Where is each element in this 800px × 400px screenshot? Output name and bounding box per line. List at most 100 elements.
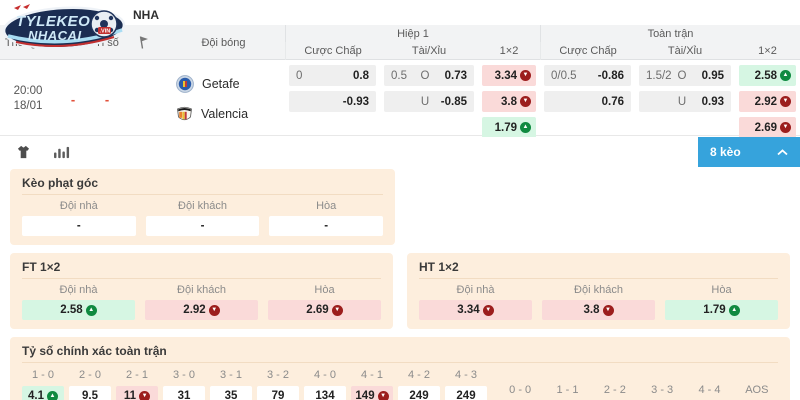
odds-cell[interactable]: 1.79▲: [482, 117, 536, 138]
h1-handicap-away-odds[interactable]: -0.93: [289, 91, 376, 112]
odds-cell[interactable]: 249: [445, 386, 487, 400]
ou-odds: 0.95: [690, 70, 724, 82]
ou-side: U: [674, 96, 690, 108]
trend-down-icon: ▼: [139, 391, 150, 400]
getafe-crest-icon: [176, 75, 194, 93]
odds-value: 1.79: [703, 304, 725, 316]
ht1x2-odds-row: 3.34▼ 3.8▼ 1.79▲: [419, 300, 778, 320]
bet-count-button[interactable]: 8 kèo: [698, 137, 800, 167]
away-team-name[interactable]: Valencia: [201, 107, 248, 121]
market-column-header: Đội nhà: [22, 200, 136, 212]
odds-cell[interactable]: 9.5: [69, 386, 111, 400]
corner-odds-row: ---: [22, 216, 383, 236]
h1-over-odds[interactable]: 0.5 O 0.73: [384, 65, 474, 86]
ft-handicap-home-odds[interactable]: 0/0.5 -0.86: [544, 65, 631, 86]
odds-cell[interactable]: 11▼: [116, 386, 158, 400]
odds-value: 35: [225, 390, 238, 400]
ou-odds: 0.93: [690, 96, 724, 108]
odds-value: -: [324, 220, 328, 232]
odds-value: 149: [355, 390, 374, 400]
odds-cell[interactable]: 134: [304, 386, 346, 400]
odds-cell[interactable]: 2.92▼: [739, 91, 796, 112]
score-column-header: 3 - 0: [163, 368, 205, 382]
odds-cell[interactable]: 31: [163, 386, 205, 400]
odds-cell[interactable]: 3.8▼: [482, 91, 536, 112]
correct-score-grid: 1 - 02 - 02 - 13 - 03 - 13 - 24 - 04 - 1…: [22, 368, 778, 400]
handicap-odds: -0.93: [343, 96, 369, 108]
odds-value: 9.5: [82, 390, 98, 400]
col-header-team: Đội bóng: [162, 25, 285, 60]
odds-value: 2.69: [755, 122, 777, 134]
section-title-ft1x2: FT 1×2: [22, 260, 381, 279]
h1-under-odds[interactable]: U -0.85: [384, 91, 474, 112]
odds-cell[interactable]: 2.58▲: [22, 300, 135, 320]
odds-value: 3.8: [584, 304, 600, 316]
match-status-dash: -: [71, 92, 75, 107]
odds-value: 3.34: [457, 304, 479, 316]
odds-cell[interactable]: 3.34▼: [482, 65, 536, 86]
odds-cell[interactable]: 2.92▼: [145, 300, 258, 320]
ou-line: 1.5/2: [646, 70, 674, 82]
site-logo: TYLEKEO NHACAI .VIN: [2, 3, 130, 56]
handicap-odds: 0.76: [602, 96, 624, 108]
odds-cell[interactable]: 2.69▼: [268, 300, 381, 320]
odds-value: 3.8: [501, 96, 517, 108]
match-score-dash: -: [105, 92, 109, 107]
home-team-row[interactable]: Getafe: [176, 75, 240, 93]
score-column-header: 3 - 3: [641, 383, 683, 397]
col-header-h1-1x2: 1×2: [478, 42, 540, 60]
valencia-crest-icon: [176, 105, 193, 123]
odds-cell[interactable]: -: [269, 216, 383, 236]
extra-markets: Kèo phạt góc Đội nhàĐội kháchHòa --- FT …: [0, 169, 800, 400]
odds-value: 79: [272, 390, 285, 400]
trend-up-icon: ▲: [780, 70, 791, 81]
odds-value: 11: [124, 390, 136, 400]
odds-cell[interactable]: 3.8▼: [542, 300, 655, 320]
trend-down-icon: ▼: [780, 96, 791, 107]
odds-cell[interactable]: -: [22, 216, 136, 236]
betting-odds-page: TYLEKEO NHACAI .VIN NHA Thời gian Tỉ số …: [0, 0, 800, 400]
group-header-fulltime: Toàn trận: [540, 25, 800, 42]
odds-cell[interactable]: 4.1▲: [22, 386, 64, 400]
odds-cell[interactable]: 249: [398, 386, 440, 400]
col-header-ft-overunder: Tài/Xỉu: [635, 42, 735, 60]
ft-under-odds[interactable]: U 0.93: [639, 91, 731, 112]
away-team-row[interactable]: Valencia: [176, 105, 248, 123]
jersey-icon[interactable]: [16, 145, 31, 159]
ou-odds: 0.73: [433, 70, 467, 82]
ft-handicap-away-odds[interactable]: 0.76: [544, 91, 631, 112]
handicap-line: 0/0.5: [551, 70, 598, 82]
odds-cell[interactable]: 3.34▼: [419, 300, 532, 320]
svg-text:.VIN: .VIN: [100, 29, 111, 35]
odds-cell[interactable]: 35: [210, 386, 252, 400]
bar-chart-icon[interactable]: [53, 145, 70, 159]
market-column-header: Hòa: [268, 284, 381, 296]
odds-cell[interactable]: -: [146, 216, 260, 236]
score-column-header: 4 - 0: [304, 368, 346, 382]
score-column-header: 1 - 0: [22, 368, 64, 382]
home-team-name[interactable]: Getafe: [202, 77, 240, 91]
chevron-up-icon: [777, 149, 788, 156]
odds-cell[interactable]: 2.58▲: [739, 65, 796, 86]
tylekeo-logo-graphic: TYLEKEO NHACAI .VIN: [2, 3, 130, 51]
odds-cell[interactable]: 149▼: [351, 386, 393, 400]
ft-over-odds[interactable]: 1.5/2 O 0.95: [639, 65, 731, 86]
score-column-header: 3 - 2: [257, 368, 299, 382]
correct-score-draw-group: 0 - 01 - 12 - 23 - 34 - 4AOS44.8▼2524924…: [499, 374, 778, 400]
odds-cell[interactable]: 1.79▲: [665, 300, 778, 320]
odds-cell[interactable]: 79: [257, 386, 299, 400]
odds-value: 2.58: [755, 70, 777, 82]
odds-cell[interactable]: 2.69▼: [739, 117, 796, 138]
score-column-header: 4 - 3: [445, 368, 487, 382]
section-title-correct-score: Tỷ số chính xác toàn trận: [22, 344, 778, 363]
odds-value: -: [201, 220, 205, 232]
corner-kicks-section: Kèo phạt góc Đội nhàĐội kháchHòa ---: [10, 169, 395, 245]
market-column-header: Đội nhà: [22, 284, 135, 296]
h1-handicap-column: 0 0.8 -0.93: [285, 60, 380, 138]
score-column-header: 2 - 2: [594, 383, 636, 397]
bet-count-label: 8 kèo: [710, 145, 741, 159]
h1-handicap-home-odds[interactable]: 0 0.8: [289, 65, 376, 86]
odds-value: 3.34: [495, 70, 517, 82]
market-column-header: Hòa: [269, 200, 383, 212]
trend-down-icon: ▼: [520, 70, 531, 81]
